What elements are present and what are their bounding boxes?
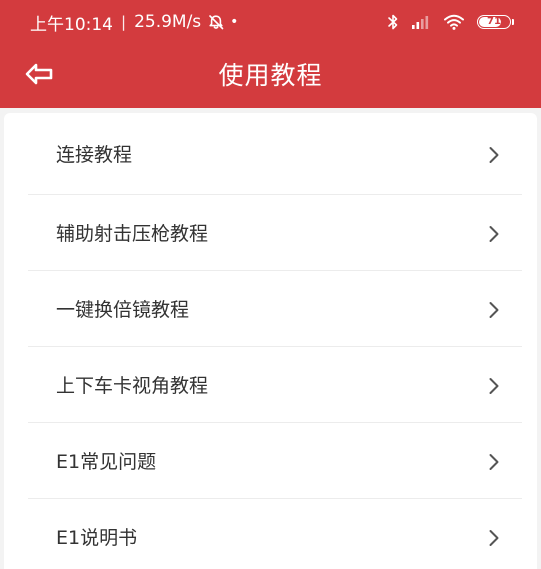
page-title: 使用教程: [218, 61, 323, 90]
status-left: 上午10:14 | 25.9M/s •: [30, 11, 239, 35]
status-time: 上午10:14: [30, 14, 113, 35]
battery-icon: 71: [477, 15, 514, 29]
cellular-signal-icon: [411, 14, 431, 30]
wifi-icon: [443, 13, 465, 31]
menu-item-label: 上下车卡视角教程: [56, 375, 209, 397]
chevron-right-icon: [488, 301, 500, 319]
tutorial-list-card: 连接教程 辅助射击压枪教程 一键换倍镜教程 上下车卡视角教程 E1常见问题 E1…: [4, 113, 537, 569]
bluetooth-icon: [387, 13, 399, 31]
content-area: 连接教程 辅助射击压枪教程 一键换倍镜教程 上下车卡视角教程 E1常见问题 E1…: [0, 108, 541, 569]
menu-item-label: E1说明书: [56, 527, 138, 549]
alarm-off-icon: [207, 13, 225, 31]
chevron-right-icon: [488, 146, 500, 164]
menu-item-label: 一键换倍镜教程: [56, 299, 190, 321]
status-separator: |: [121, 13, 127, 31]
menu-item-recoil-tutorial[interactable]: 辅助射击压枪教程: [28, 195, 522, 271]
network-speed: 25.9M/s: [134, 12, 202, 32]
back-arrow-icon: [24, 62, 54, 86]
status-bar: 上午10:14 | 25.9M/s • 71: [0, 0, 541, 44]
chevron-right-icon: [488, 453, 500, 471]
status-right: 71: [387, 11, 514, 33]
chevron-right-icon: [488, 377, 500, 395]
chevron-right-icon: [488, 225, 500, 243]
battery-level: 71: [487, 16, 501, 27]
menu-item-e1-faq[interactable]: E1常见问题: [28, 423, 522, 499]
status-dot: •: [230, 14, 239, 30]
menu-item-vehicle-view-tutorial[interactable]: 上下车卡视角教程: [28, 347, 522, 423]
top-app-bar: 上午10:14 | 25.9M/s • 71 使用教程: [0, 0, 541, 108]
menu-item-connection-tutorial[interactable]: 连接教程: [28, 113, 522, 195]
app-screen: 上午10:14 | 25.9M/s • 71 使用教程 连接教程 辅助射击压枪教…: [0, 0, 541, 569]
chevron-right-icon: [488, 529, 500, 547]
menu-item-label: 辅助射击压枪教程: [56, 223, 209, 245]
battery-cap: [512, 19, 514, 25]
back-button[interactable]: [18, 54, 60, 94]
menu-item-label: 连接教程: [56, 144, 133, 166]
menu-item-label: E1常见问题: [56, 451, 157, 473]
menu-item-scope-switch-tutorial[interactable]: 一键换倍镜教程: [28, 271, 522, 347]
menu-item-e1-manual[interactable]: E1说明书: [28, 499, 522, 569]
